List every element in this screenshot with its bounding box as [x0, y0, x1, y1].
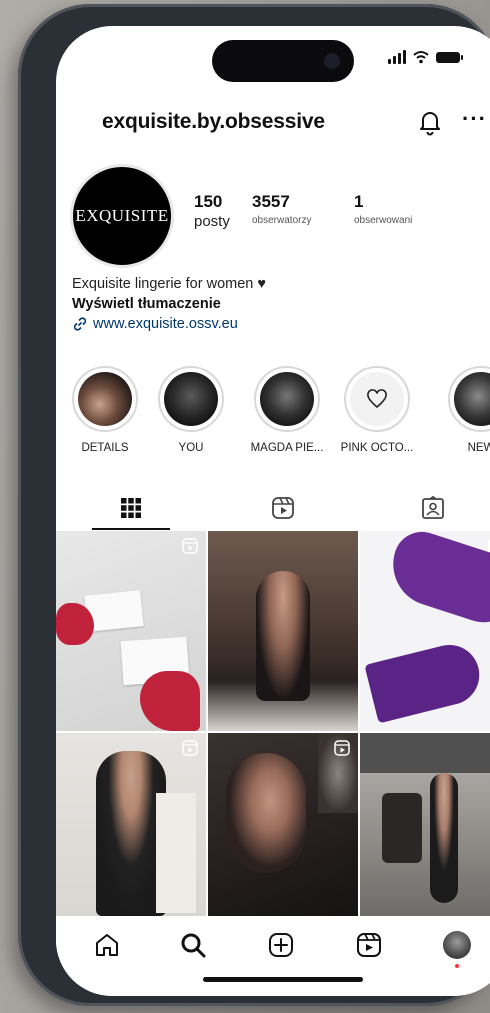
avatar-logo-text: EXQUISITE [75, 206, 169, 225]
camera [324, 53, 340, 69]
notification-dot [455, 964, 459, 968]
website-url: www.exquisite.ossv.eu [93, 316, 238, 332]
profile-header: exquisite.by.obsessive ··· [56, 106, 490, 146]
highlight-label: MAGDA PIE... [250, 442, 324, 454]
reels-badge-icon [182, 538, 198, 554]
tab-posts[interactable] [56, 486, 206, 530]
home-icon [96, 934, 118, 956]
search-icon [181, 933, 206, 958]
highlight-label: NEW [467, 442, 490, 454]
post-thumbnail[interactable] [56, 733, 206, 916]
reels-icon [272, 497, 294, 519]
more-icon[interactable]: ··· [462, 106, 487, 132]
reels-icon [357, 933, 381, 957]
followers-stat[interactable]: 3557 obserwatorzy [252, 192, 311, 226]
nav-profile[interactable] [442, 930, 472, 968]
post-chair-image [382, 793, 422, 863]
highlight-cover-ring [448, 366, 490, 432]
post-thumbnail[interactable] [56, 531, 206, 731]
highlight-cover [454, 372, 490, 426]
tagged-icon [422, 496, 444, 519]
post-lingerie-image [382, 531, 490, 632]
heart-icon [367, 389, 387, 409]
posts-label: posty [194, 213, 230, 230]
following-stat[interactable]: 1 obserwowani [354, 192, 412, 226]
bell-icon[interactable] [418, 108, 442, 136]
nav-create[interactable] [266, 930, 296, 960]
tab-reels[interactable] [208, 486, 358, 530]
highlight-details[interactable]: DETAILS [68, 366, 142, 454]
following-count: 1 [354, 192, 364, 211]
dynamic-island [212, 40, 354, 82]
phone-screen: exquisite.by.obsessive ··· EXQUISITE 150… [56, 26, 490, 996]
highlight-cover-ring [254, 366, 320, 432]
post-model-image [430, 773, 458, 903]
bio-text: Exquisite lingerie for women ♥ [72, 276, 266, 292]
highlight-cover [350, 372, 404, 426]
post-model-image [226, 753, 306, 873]
username: exquisite.by.obsessive [102, 110, 325, 133]
wifi-icon [413, 51, 429, 64]
reels-badge-icon [334, 740, 350, 756]
post-thumbnail[interactable] [208, 531, 358, 731]
profile-avatar [443, 931, 471, 959]
tab-tagged[interactable] [358, 486, 490, 530]
post-thumbnail[interactable] [208, 733, 358, 916]
highlight-cover [78, 372, 132, 426]
highlight-cover-ring [72, 366, 138, 432]
status-bar [388, 50, 463, 64]
phone-frame: exquisite.by.obsessive ··· EXQUISITE 150… [18, 4, 490, 1006]
translate-link[interactable]: Wyświetl tłumaczenie [72, 294, 266, 314]
highlight-you[interactable]: YOU [154, 366, 228, 454]
post-thumbnail[interactable] [360, 531, 490, 731]
highlight-pink-october[interactable]: PINK OCTO... [340, 366, 414, 454]
grid-icon [121, 498, 141, 518]
highlight-cover-ring [158, 366, 224, 432]
signal-icon [388, 50, 406, 64]
post-cardigan-image [156, 793, 196, 913]
battery-icon [436, 51, 463, 63]
highlight-label: PINK OCTO... [340, 442, 414, 454]
website-link[interactable]: www.exquisite.ossv.eu [72, 314, 266, 334]
following-label: obserwowani [354, 215, 413, 226]
create-icon [269, 933, 293, 957]
highlight-cover [260, 372, 314, 426]
carousel-badge-icon [488, 540, 490, 552]
post-glove-image [140, 671, 200, 731]
home-indicator[interactable] [203, 977, 363, 982]
post-model-image [256, 571, 310, 701]
post-glove-image [56, 603, 94, 645]
highlight-cover [164, 372, 218, 426]
followers-label: obserwatorzy [252, 215, 312, 226]
profile-tabs [56, 486, 490, 530]
posts-stat[interactable]: 150 posty [194, 192, 230, 230]
highlight-cover-ring [344, 366, 410, 432]
bottom-nav [56, 916, 490, 996]
nav-reels[interactable] [354, 930, 384, 960]
link-icon [73, 317, 87, 331]
highlight-label: YOU [178, 442, 204, 454]
nav-search[interactable] [178, 930, 208, 960]
post-lingerie-image [364, 638, 486, 724]
highlight-label: DETAILS [81, 442, 129, 454]
reels-badge-icon [182, 740, 198, 756]
posts-count: 150 [194, 192, 223, 211]
highlight-magda[interactable]: MAGDA PIE... [250, 366, 324, 454]
profile-avatar[interactable]: EXQUISITE [70, 164, 174, 268]
highlight-new[interactable]: NEW [444, 366, 490, 454]
post-ceiling-image [360, 733, 490, 773]
posts-grid [56, 531, 490, 916]
bio: Exquisite lingerie for women ♥ Wyświetl … [72, 274, 266, 334]
followers-count: 3557 [252, 192, 290, 211]
nav-home[interactable] [92, 930, 122, 960]
post-thumbnail[interactable] [360, 733, 490, 916]
